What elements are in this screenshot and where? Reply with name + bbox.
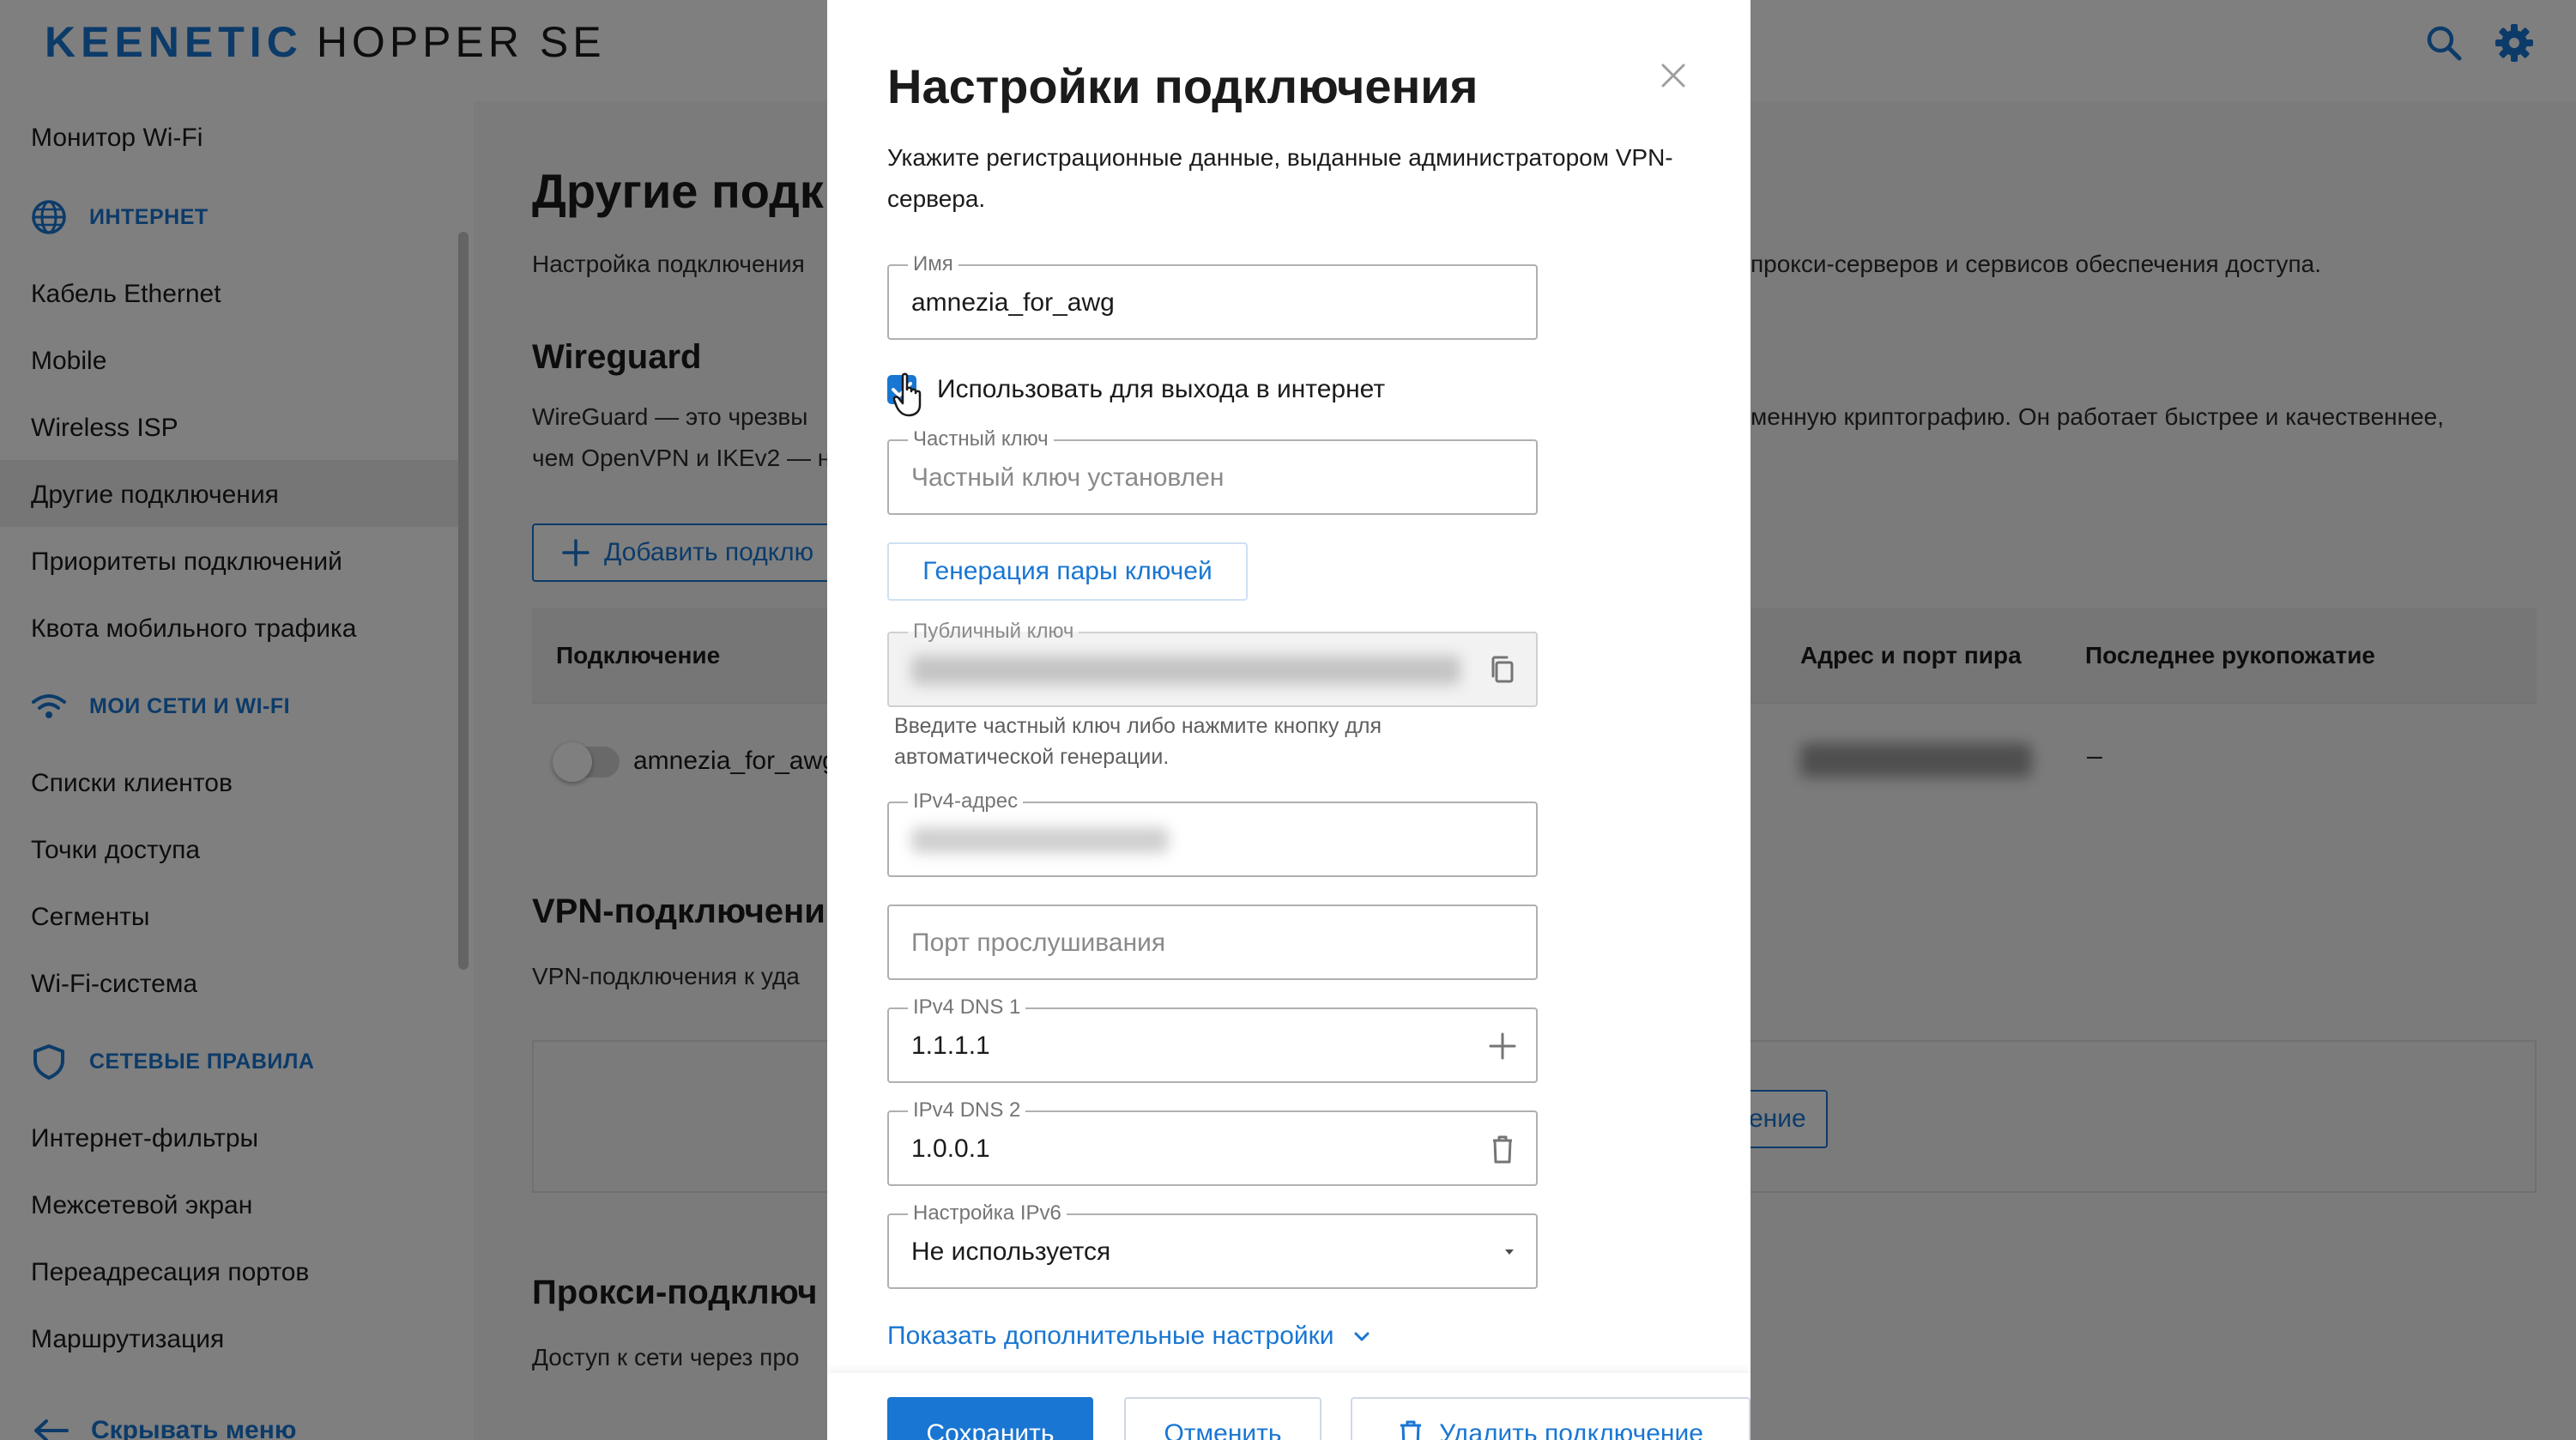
trash-icon[interactable] <box>1486 1133 1519 1165</box>
public-key-hint: Введите частный ключ либо нажмите кнопку… <box>894 714 1382 769</box>
dialog-description: Укажите регистрационные данные, выданные… <box>887 144 1673 212</box>
dialog-footer: Сохранить Отменить Удалить подключение <box>827 1373 1751 1440</box>
dns2-label: IPv4 DNS 2 <box>908 1098 1026 1122</box>
ipv4-address-redacted <box>911 827 1169 853</box>
ipv4-address-field[interactable]: IPv4-адрес <box>887 790 1538 877</box>
save-button-label: Сохранить <box>926 1419 1055 1440</box>
name-field-label: Имя <box>908 252 958 276</box>
private-key-placeholder: Частный ключ установлен <box>911 463 1225 492</box>
dialog-title: Настройки подключения <box>887 59 1478 113</box>
cancel-button[interactable]: Отменить <box>1124 1397 1321 1440</box>
trash-icon <box>1400 1420 1422 1440</box>
private-key-field[interactable]: Частный ключ Частный ключ установлен <box>887 427 1538 515</box>
dropdown-arrow-icon <box>1505 1249 1514 1255</box>
generate-keypair-label: Генерация пары ключей <box>922 557 1212 585</box>
name-field[interactable]: Имя amnezia_for_awg <box>887 252 1538 340</box>
listen-port-placeholder: Порт прослушивания <box>911 929 1166 957</box>
use-for-internet-row[interactable]: Использовать для выхода в интернет <box>887 372 1385 407</box>
dns1-field[interactable]: IPv4 DNS 1 1.1.1.1 <box>887 995 1538 1083</box>
generate-keypair-button[interactable]: Генерация пары ключей <box>887 542 1248 601</box>
ipv6-label: Настройка IPv6 <box>908 1201 1067 1225</box>
delete-connection-label: Удалить подключение <box>1439 1419 1703 1440</box>
public-key-label: Публичный ключ <box>908 620 1079 644</box>
ipv6-select[interactable]: Настройка IPv6 Не используется <box>887 1201 1538 1289</box>
private-key-label: Частный ключ <box>908 427 1054 451</box>
name-field-value: amnezia_for_awg <box>911 288 1115 317</box>
dns2-value: 1.0.0.1 <box>911 1134 990 1163</box>
plus-icon[interactable] <box>1486 1030 1519 1062</box>
chevron-down-icon <box>1354 1332 1370 1341</box>
copy-icon[interactable] <box>1486 654 1519 687</box>
use-for-internet-label: Использовать для выхода в интернет <box>937 375 1386 403</box>
cancel-button-label: Отменить <box>1164 1419 1282 1440</box>
save-button[interactable]: Сохранить <box>887 1397 1093 1440</box>
ipv6-value: Не используется <box>911 1237 1111 1266</box>
listen-port-field[interactable]: Порт прослушивания <box>887 905 1538 980</box>
public-key-redacted <box>911 656 1460 685</box>
connection-settings-dialog: Настройки подключения Укажите регистраци… <box>827 0 1751 1440</box>
hand-cursor-icon <box>892 372 922 417</box>
public-key-field: Публичный ключ <box>887 620 1538 707</box>
delete-connection-button[interactable]: Удалить подключение <box>1351 1397 1751 1440</box>
dns1-label: IPv4 DNS 1 <box>908 995 1026 1019</box>
show-more-label: Показать дополнительные настройки <box>887 1322 1334 1350</box>
ipv4-address-label: IPv4-адрес <box>908 790 1024 814</box>
close-icon[interactable] <box>1658 60 1689 91</box>
show-more-settings-link[interactable]: Показать дополнительные настройки <box>887 1322 1372 1351</box>
dns1-value: 1.1.1.1 <box>911 1032 990 1060</box>
dns2-field[interactable]: IPv4 DNS 2 1.0.0.1 <box>887 1098 1538 1186</box>
